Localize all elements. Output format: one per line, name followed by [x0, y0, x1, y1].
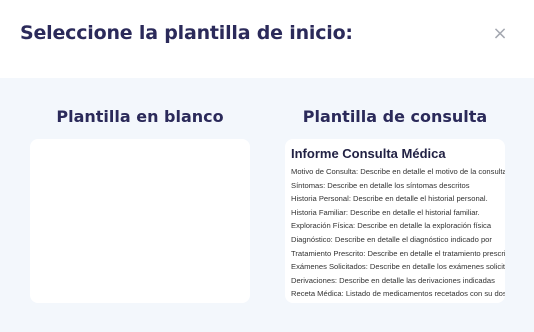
preview-line: Síntomas: Describe en detalle los síntom… [291, 180, 470, 190]
preview-title: Informe Consulta Médica [291, 146, 446, 161]
modal-header: Seleccione la plantilla de inicio: × [0, 0, 534, 78]
preview-line: Exploración Física: Describe en detalle … [291, 221, 492, 231]
preview-line: Historia Personal: Describe en detalle e… [291, 194, 488, 204]
preview-line: Historia Familiar: Describe en detalle e… [291, 207, 480, 217]
consult-template-preview: Informe Consulta Médica Motivo de Consul… [285, 139, 505, 301]
blank-template-option[interactable]: Plantilla en blanco [30, 106, 250, 303]
consult-template-option[interactable]: Plantilla de consulta Informe Consulta M… [285, 106, 505, 303]
preview-line: Motivo de Consulta: Describe en detalle … [291, 167, 505, 176]
consult-template-card[interactable]: Informe Consulta Médica Motivo de Consul… [285, 139, 505, 303]
consult-template-title: Plantilla de consulta [302, 107, 488, 126]
blank-template-title: Plantilla en blanco [56, 107, 224, 126]
blank-template-card[interactable] [30, 139, 250, 303]
preview-line: Exámenes Solicitados: Describe en detall… [291, 262, 505, 272]
preview-line: Diagnóstico: Describe en detalle el diag… [291, 234, 492, 244]
preview-line: Receta Médica: Listado de medicamentos r… [291, 289, 505, 299]
preview-line: Tratamiento Prescrito: Describe en detal… [291, 248, 505, 258]
modal-body: Plantilla en blanco Plantilla de consult… [0, 78, 534, 332]
template-select-modal: Seleccione la plantilla de inicio: × Pla… [0, 0, 534, 332]
preview-line: Derivaciones: Describe en detalle las de… [291, 275, 495, 285]
modal-title: Seleccione la plantilla de inicio: [20, 22, 353, 44]
close-icon[interactable]: × [491, 25, 509, 43]
